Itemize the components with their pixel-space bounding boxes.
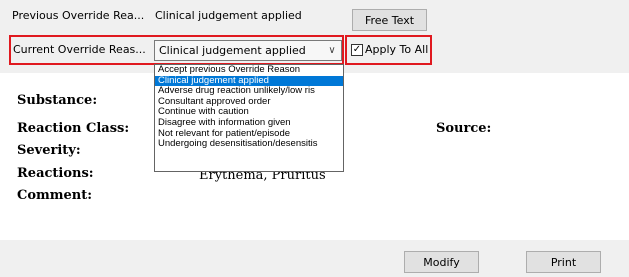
dropdown-option-selected[interactable]: Clinical judgement applied (155, 75, 343, 87)
chevron-down-icon[interactable]: ∨ (323, 45, 341, 56)
dropdown-option[interactable]: Undergoing desensitisation/desensitis (155, 139, 343, 150)
override-reason-dropdown[interactable]: Accept previous Override Reason Clinical… (154, 64, 344, 172)
dropdown-option[interactable]: Continue with caution (155, 107, 343, 118)
current-override-select-value: Clinical judgement applied (159, 44, 306, 57)
apply-to-all-checkbox[interactable]: ✓ Apply To All (351, 43, 428, 56)
reactions-label: Reactions: (17, 166, 94, 181)
dropdown-option[interactable]: Disagree with information given (155, 118, 343, 129)
dropdown-option[interactable]: Adverse drug reaction unlikely/low ris (155, 86, 343, 97)
apply-to-all-label: Apply To All (365, 43, 429, 56)
dropdown-option[interactable]: Not relevant for patient/episode (155, 129, 343, 140)
severity-label: Severity: (17, 143, 81, 158)
previous-override-value: Clinical judgement applied (155, 9, 302, 22)
print-button[interactable]: Print (526, 251, 601, 273)
free-text-button[interactable]: Free Text (352, 9, 427, 31)
modify-button[interactable]: Modify (404, 251, 479, 273)
source-label: Source: (436, 121, 492, 136)
comment-label: Comment: (17, 188, 93, 203)
reaction-class-label: Reaction Class: (17, 121, 130, 136)
dropdown-option[interactable]: Accept previous Override Reason (155, 65, 343, 76)
current-override-label: Current Override Reas... (13, 43, 146, 56)
dropdown-option[interactable]: Consultant approved order (155, 97, 343, 108)
previous-override-label: Previous Override Rea... (12, 9, 145, 22)
checkbox-checked-icon[interactable]: ✓ (351, 43, 363, 56)
substance-label: Substance: (17, 93, 98, 108)
current-override-select[interactable]: Clinical judgement applied ∨ (154, 40, 342, 61)
